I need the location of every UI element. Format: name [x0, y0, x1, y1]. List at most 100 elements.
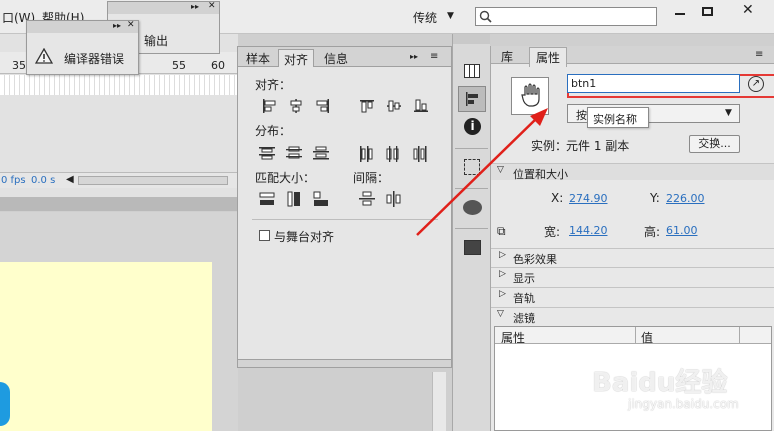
minimize-button[interactable] [666, 2, 694, 21]
divider [455, 228, 488, 229]
scroll-left-icon[interactable]: ◀ [66, 174, 74, 185]
match-width-button[interactable] [259, 191, 275, 207]
collapse-icon[interactable]: ▸▸ [113, 21, 121, 30]
workspace-switcher[interactable]: 传统 [413, 9, 437, 26]
column-header[interactable]: 值 [641, 329, 653, 346]
distribute-right-button[interactable] [413, 146, 427, 162]
components-panel-icon[interactable] [464, 240, 481, 255]
warning-icon [35, 48, 53, 64]
swatches-panel-icon[interactable] [464, 64, 480, 78]
filters-section[interactable]: ▽ 滤镜 [491, 307, 774, 325]
align-vcenter-button[interactable] [387, 99, 401, 113]
y-value[interactable]: 226.00 [666, 192, 705, 205]
panel-footer [238, 359, 451, 367]
tab-align[interactable]: 对齐 [278, 49, 315, 67]
instance-of-value: 元件 1 副本 [566, 139, 630, 153]
color-panel-icon[interactable] [463, 200, 482, 215]
close-icon: ✕ [742, 2, 754, 18]
maximize-icon [702, 7, 713, 16]
chevron-down-icon: ▼ [725, 108, 732, 118]
space-vertical-icon [359, 191, 375, 206]
align-bottom-button[interactable] [414, 99, 428, 113]
tab-info[interactable]: 信息 [319, 49, 353, 67]
symbol-type-value: 按 [576, 109, 587, 122]
tab-library[interactable]: 库 [501, 48, 513, 65]
time-readout[interactable]: 0.0 s [31, 175, 55, 186]
align-panel-icon [466, 92, 478, 106]
display-section[interactable]: ▷ 显示 [491, 267, 774, 285]
space-vertical-button[interactable] [359, 191, 375, 207]
timeline-scrollbar[interactable] [78, 176, 228, 185]
panel-icon-strip: i [452, 34, 490, 431]
instance-name-input[interactable]: btn1 [567, 74, 740, 93]
y-label: Y: [650, 191, 660, 205]
button-symbol-icon [521, 83, 540, 107]
distribute-vcenter-button[interactable] [286, 146, 302, 160]
instance-name-value: btn1 [571, 77, 597, 90]
edit-symbol-icon[interactable]: ↗ [748, 76, 764, 92]
align-left-button[interactable] [262, 99, 276, 113]
distribute-bottom-button[interactable] [313, 146, 329, 160]
collapse-icon[interactable]: ▸▸ [410, 52, 418, 61]
close-icon[interactable]: ✕ [208, 1, 216, 11]
ruler-tick: 35 [12, 59, 26, 72]
distribute-bottom-icon [313, 146, 329, 160]
close-icon[interactable]: ✕ [127, 20, 135, 30]
output-label[interactable]: 输出 [144, 32, 168, 49]
distribute-left-icon [360, 146, 373, 162]
ruler-tick: 60 [211, 59, 225, 72]
timeline-frames[interactable] [0, 75, 238, 95]
tab-swatches[interactable]: 样本 [241, 49, 275, 67]
space-horizontal-button[interactable] [386, 191, 402, 207]
close-button[interactable]: ✕ [727, 2, 767, 21]
info-icon[interactable]: i [464, 118, 481, 135]
match-height-button[interactable] [286, 191, 302, 207]
match-both-button[interactable] [313, 191, 329, 207]
panel-menu-icon[interactable]: ≡ [755, 49, 763, 60]
stage-scrollbar[interactable] [432, 372, 446, 431]
distribute-right-icon [413, 146, 427, 162]
fps-readout[interactable]: 0 fps [1, 175, 26, 186]
width-value[interactable]: 144.20 [569, 224, 608, 237]
maximize-button[interactable] [694, 2, 722, 21]
align-to-stage-checkbox[interactable] [259, 230, 270, 241]
collapse-icon[interactable]: ▸▸ [191, 2, 199, 11]
search-input[interactable] [475, 7, 657, 26]
distribute-top-button[interactable] [259, 146, 275, 160]
align-top-button[interactable] [360, 99, 374, 113]
height-value[interactable]: 61.00 [666, 224, 698, 237]
align-panel-toggle[interactable] [458, 86, 486, 112]
align-right-icon [316, 99, 329, 113]
chevron-down-icon[interactable]: ▼ [447, 11, 454, 21]
swap-button[interactable]: 交换... [689, 135, 740, 153]
chevron-right-icon: ▷ [499, 269, 506, 279]
link-icon[interactable]: ⧉ [497, 224, 506, 239]
height-label: 高: [644, 225, 661, 239]
stage-object[interactable] [0, 382, 10, 426]
transform-panel-icon[interactable] [464, 159, 480, 175]
chevron-right-icon: ▷ [499, 250, 506, 260]
instance-of-label: 实例： [531, 139, 568, 153]
match-both-icon [313, 191, 328, 206]
compiler-errors-label[interactable]: 编译器错误 [64, 50, 124, 67]
search-icon [479, 10, 492, 23]
column-header[interactable]: 属性 [501, 329, 525, 346]
x-value[interactable]: 274.90 [569, 192, 608, 205]
panel-menu-icon[interactable]: ≡ [430, 51, 438, 62]
match-width-icon [259, 192, 275, 205]
section-label: 滤镜 [513, 312, 535, 325]
divider [252, 219, 438, 220]
distribute-left-button[interactable] [359, 146, 373, 162]
align-label: 对齐： [255, 78, 292, 92]
position-size-section-header[interactable]: ▽ 位置和大小 [491, 163, 774, 181]
align-hcenter-button[interactable] [289, 99, 303, 113]
align-right-button[interactable] [316, 99, 330, 113]
stage-canvas[interactable] [0, 262, 212, 431]
distribute-hcenter-button[interactable] [386, 146, 400, 162]
color-effect-section[interactable]: ▷ 色彩效果 [491, 248, 774, 266]
align-vcenter-icon [387, 100, 401, 112]
tab-properties[interactable]: 属性 [529, 47, 568, 67]
tracks-section[interactable]: ▷ 音轨 [491, 287, 774, 305]
match-height-icon [287, 191, 300, 207]
align-to-stage-label[interactable]: 与舞台对齐 [274, 228, 334, 245]
